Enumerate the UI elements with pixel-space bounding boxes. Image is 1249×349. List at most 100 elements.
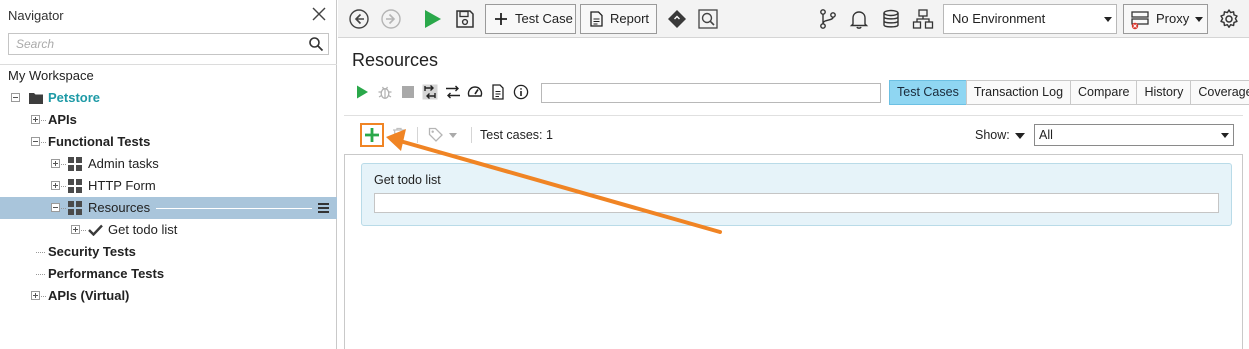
tree-connector [81, 230, 86, 231]
page-title: Resources [352, 50, 439, 70]
folder-icon [29, 93, 43, 104]
expand-icon[interactable] [31, 115, 40, 124]
search-icon[interactable] [308, 36, 324, 52]
tree-connector [61, 208, 66, 209]
tree-item-label: Resources [88, 200, 151, 215]
chevron-down-icon[interactable] [449, 133, 457, 138]
main-panel: Resources Test Cases Transaction Log Com… [338, 39, 1249, 349]
tree-item-label: APIs (Virtual) [48, 288, 130, 303]
collapse-icon[interactable] [11, 93, 20, 102]
tree-item-label: Security Tests [48, 244, 136, 259]
add-test-case-button[interactable] [360, 123, 384, 147]
run-icon[interactable] [354, 84, 370, 100]
test-case-button[interactable]: Test Case [485, 4, 576, 34]
plus-icon [495, 13, 507, 25]
tab-history[interactable]: History [1136, 80, 1192, 105]
tree-item-resources[interactable]: Resources [0, 197, 337, 219]
tab-compare[interactable]: Compare [1070, 80, 1138, 105]
trash-icon[interactable] [392, 127, 406, 142]
forward-icon[interactable] [380, 8, 402, 30]
show-label: Show: [975, 128, 1010, 142]
navigator-panel: Navigator My Workspace Petstore [0, 0, 337, 349]
tree-connector [41, 120, 46, 121]
tab-test-cases[interactable]: Test Cases [889, 80, 967, 105]
app-window: Navigator My Workspace Petstore [0, 0, 1249, 349]
menu-icon[interactable] [318, 203, 329, 213]
expand-icon[interactable] [71, 225, 80, 234]
tree-item-label: Admin tasks [88, 156, 159, 171]
save-icon[interactable] [454, 8, 476, 30]
test-case-description-input[interactable] [374, 193, 1219, 213]
expand-icon[interactable] [51, 181, 60, 190]
tree-item-apis-virtual[interactable]: APIs (Virtual) [0, 285, 337, 307]
test-case-button-label: Test Case [515, 11, 573, 26]
report-button[interactable]: Report [580, 4, 657, 34]
tree-connector [36, 274, 46, 275]
tree-item-label: APIs [48, 112, 77, 127]
expand-icon[interactable] [51, 159, 60, 168]
database-icon[interactable] [880, 8, 902, 30]
tree-connector [61, 164, 66, 165]
tree-item-functional-tests[interactable]: Functional Tests [0, 131, 337, 153]
tree-item-workspace[interactable]: My Workspace [0, 65, 337, 87]
environment-value: No Environment [952, 11, 1046, 26]
bell-icon[interactable] [848, 8, 870, 30]
collapse-icon[interactable] [31, 137, 40, 146]
tag-icon[interactable] [428, 127, 443, 142]
network-icon[interactable] [912, 8, 934, 30]
proxy-button-label: Proxy [1156, 11, 1190, 26]
tree-item-apis[interactable]: APIs [0, 109, 337, 131]
proxy-button[interactable]: Proxy [1123, 4, 1208, 34]
tab-bar: Test Cases Transaction Log Compare Histo… [889, 80, 1249, 105]
collapse-icon[interactable] [51, 203, 60, 212]
stop-icon[interactable] [400, 84, 416, 100]
info-icon[interactable] [513, 84, 529, 100]
tree-item-admin-tasks[interactable]: Admin tasks [0, 153, 337, 175]
test-case-list: Get todo list [344, 154, 1243, 349]
expand-icon[interactable] [31, 291, 40, 300]
show-filter-select[interactable]: All [1034, 124, 1234, 146]
report-icon [590, 11, 603, 27]
divider [471, 127, 472, 143]
tab-coverage[interactable]: Coverage [1190, 80, 1249, 105]
swap-icon[interactable] [445, 84, 461, 100]
filter-input[interactable] [541, 83, 881, 103]
tree-connector [41, 296, 46, 297]
environment-select[interactable]: No Environment [943, 4, 1117, 34]
tree-item-label: Get todo list [108, 222, 178, 237]
debug-icon[interactable] [377, 84, 393, 100]
search-input[interactable] [9, 34, 304, 54]
divider [417, 127, 418, 143]
chevron-down-icon [1221, 133, 1229, 138]
test-case-name: Get todo list [374, 173, 441, 187]
plus-icon [365, 128, 379, 142]
divider [344, 115, 1243, 116]
diamond-icon[interactable] [666, 8, 688, 30]
tree-item-label: Performance Tests [48, 266, 165, 281]
tree-connector [36, 252, 46, 253]
proxy-icon [1131, 11, 1149, 30]
search-web-icon[interactable] [697, 8, 719, 30]
test-suite-icon [68, 179, 82, 193]
chevron-down-icon [1104, 17, 1112, 22]
back-icon[interactable] [348, 8, 370, 30]
tree-item-label: HTTP Form [88, 178, 156, 193]
document-icon[interactable] [490, 84, 506, 100]
run-icon[interactable] [420, 7, 444, 31]
test-case-card[interactable]: Get todo list [361, 163, 1232, 226]
tab-transaction-log[interactable]: Transaction Log [965, 80, 1072, 105]
gear-icon[interactable] [1218, 8, 1240, 30]
tree-item-performance-tests[interactable]: Performance Tests [0, 263, 337, 285]
show-options-icon[interactable] [1015, 133, 1025, 139]
tree-item-get-todo-list[interactable]: Get todo list [0, 219, 337, 241]
row-divider-line [156, 208, 312, 209]
step-icon[interactable] [422, 84, 438, 100]
gauge-icon[interactable] [467, 84, 483, 100]
tree-item-http-form[interactable]: HTTP Form [0, 175, 337, 197]
tree-item-petstore[interactable]: Petstore [0, 87, 337, 109]
tree-item-security-tests[interactable]: Security Tests [0, 241, 337, 263]
close-icon[interactable] [312, 6, 326, 22]
branch-icon[interactable] [817, 8, 839, 30]
test-case-count: Test cases: 1 [480, 128, 553, 142]
checkmark-icon [88, 224, 103, 236]
